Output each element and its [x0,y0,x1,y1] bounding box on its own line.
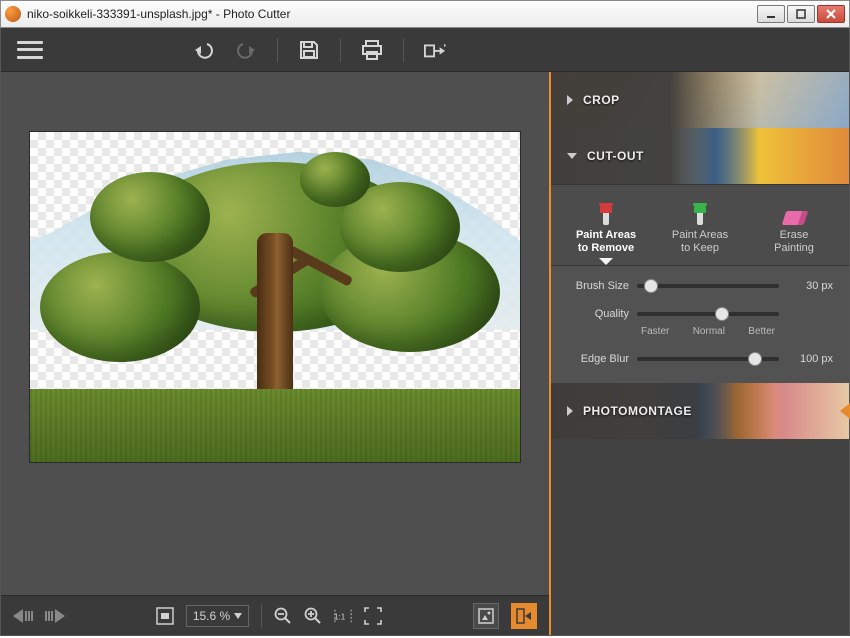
photomontage-label: PHOTOMONTAGE [583,404,692,418]
expand-arrow-icon [840,403,850,419]
window-close-button[interactable] [817,5,845,23]
cutout-section: CUT-OUT Paint Areasto Remove Paint Areas… [551,128,849,383]
window-maximize-button[interactable] [787,5,815,23]
statusbar-separator [261,604,262,628]
fit-window-button[interactable] [364,607,382,625]
window-titlebar: niko-soikkeli-333391-unsplash.jpg* - Pho… [0,0,850,28]
compare-button[interactable] [473,603,499,629]
slider-thumb[interactable] [716,308,728,320]
zoom-out-button[interactable] [274,607,292,625]
brush-size-row: Brush Size 30 px [567,280,833,292]
toolbar-separator [403,38,404,62]
main-toolbar [1,28,849,72]
crop-label: CROP [583,93,620,107]
edge-blur-label: Edge Blur [567,353,629,365]
menu-button[interactable] [17,41,43,59]
canvas-viewport[interactable] [1,72,549,595]
quality-tick-high: Better [748,326,775,337]
window-minimize-button[interactable] [757,5,785,23]
brush-size-label: Brush Size [567,280,629,292]
tool-label: to Remove [578,242,634,254]
marker-green-icon [693,203,707,225]
cutout-tools: Paint Areasto Remove Paint Areasto Keep … [551,184,849,266]
next-image-button[interactable] [45,609,65,623]
eraser-icon [782,211,807,225]
edge-blur-slider[interactable] [637,357,779,361]
tool-label: to Keep [681,242,719,254]
actual-size-button[interactable]: 1:1 [334,607,352,625]
quality-label: Quality [567,308,629,320]
right-panel: CROP CUT-OUT Paint Areasto Remove Paint … [549,72,849,635]
window-title: niko-soikkeli-333391-unsplash.jpg* - Pho… [27,7,290,21]
apply-button[interactable] [511,603,537,629]
tool-label: Painting [774,242,814,254]
image-canvas[interactable] [30,132,520,462]
cutout-sliders: Brush Size 30 px Quality Faster Normal [551,266,849,383]
redo-button[interactable] [235,39,257,61]
zoom-value: 15.6 % [193,609,230,623]
fit-screen-icon[interactable] [156,607,174,625]
quality-row: Quality [567,308,833,320]
paint-remove-tool[interactable]: Paint Areasto Remove [562,199,650,255]
chevron-down-icon [567,153,577,159]
toolbar-separator [277,38,278,62]
tool-label: Erase [780,229,809,241]
chevron-right-icon [567,406,573,416]
tool-label: Paint Areas [672,229,728,241]
erase-painting-tool[interactable]: ErasePainting [750,199,838,255]
status-bar: 15.6 % 1:1 [1,595,549,635]
edited-image [30,132,520,462]
svg-text:1:1: 1:1 [334,612,346,621]
export-button[interactable] [424,39,446,61]
tool-label: Paint Areas [576,229,636,241]
chevron-down-icon [234,613,242,619]
chevron-right-icon [567,95,573,105]
canvas-area: 15.6 % 1:1 [1,72,549,635]
app-icon [5,6,21,22]
quality-ticks: Faster Normal Better [567,326,833,337]
cutout-label: CUT-OUT [587,149,644,163]
marker-red-icon [599,203,613,225]
toolbar-separator [340,38,341,62]
print-button[interactable] [361,39,383,61]
paint-keep-tool[interactable]: Paint Areasto Keep [656,199,744,255]
quality-tick-mid: Normal [693,326,725,337]
prev-image-button[interactable] [13,609,33,623]
brush-size-value: 30 px [787,280,833,292]
zoom-in-button[interactable] [304,607,322,625]
edge-blur-value: 100 px [787,353,833,365]
quality-slider[interactable] [637,312,779,316]
edge-blur-row: Edge Blur 100 px [567,353,833,365]
app-shell: 15.6 % 1:1 [0,28,850,636]
slider-thumb[interactable] [749,353,761,365]
cutout-header[interactable]: CUT-OUT [551,128,849,184]
crop-section: CROP [551,72,849,128]
brush-size-slider[interactable] [637,284,779,288]
photomontage-section: PHOTOMONTAGE [551,383,849,439]
photomontage-header[interactable]: PHOTOMONTAGE [551,383,849,439]
slider-thumb[interactable] [645,280,657,292]
undo-button[interactable] [193,39,215,61]
zoom-level-box[interactable]: 15.6 % [186,605,249,627]
save-button[interactable] [298,39,320,61]
quality-tick-low: Faster [641,326,669,337]
crop-header[interactable]: CROP [551,72,849,128]
